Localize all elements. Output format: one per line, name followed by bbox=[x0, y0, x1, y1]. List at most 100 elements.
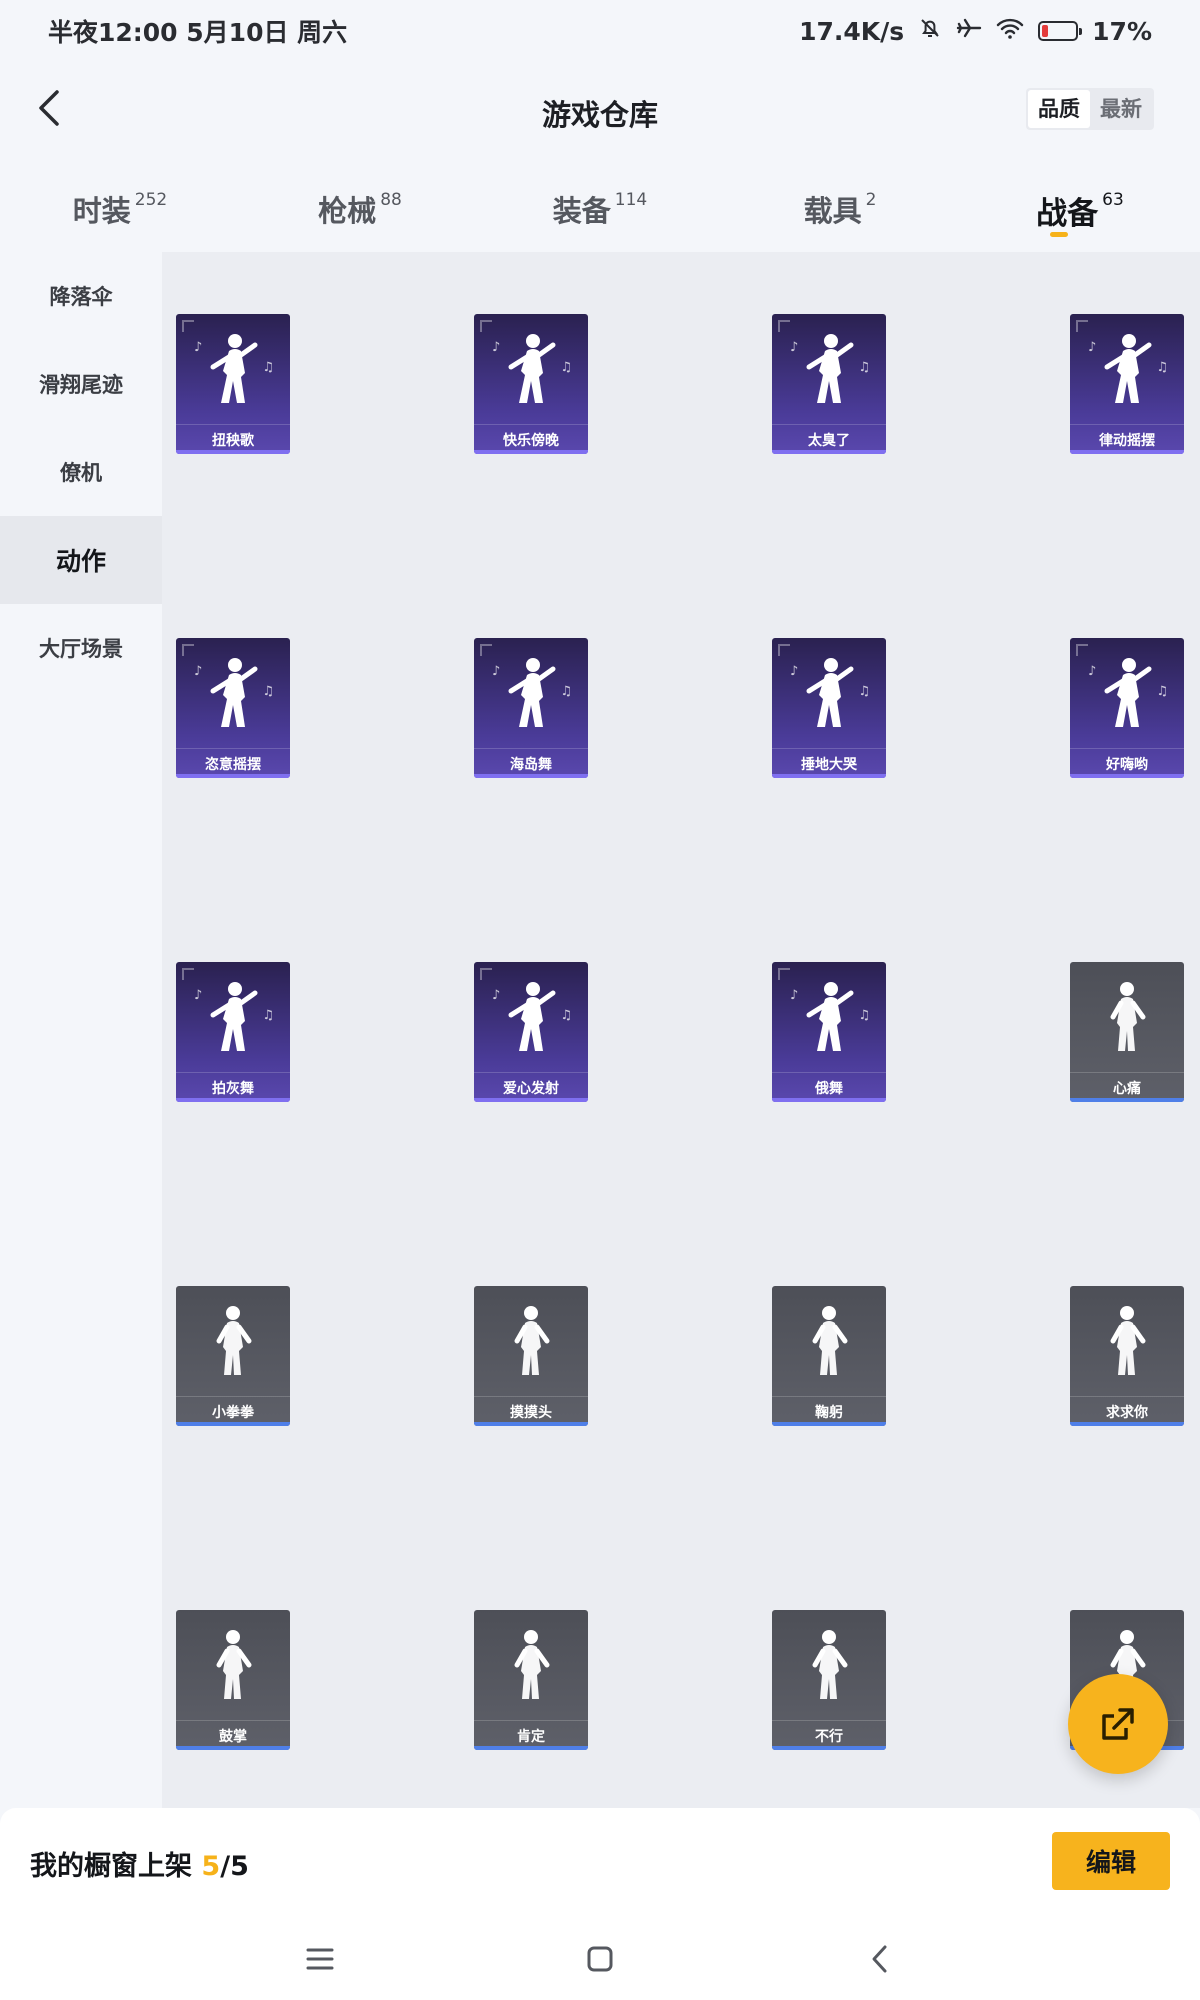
item-card[interactable]: ♪ ♫ 律动摇摆 bbox=[1070, 314, 1184, 454]
network-speed: 17.4K/s bbox=[799, 16, 905, 46]
item-card[interactable]: ♪ ♫ 快乐傍晚 bbox=[474, 314, 588, 454]
tab-combat-gear[interactable]: 战备 63 bbox=[960, 172, 1200, 252]
item-card[interactable]: 肯定 bbox=[474, 1610, 588, 1750]
music-note-icon: ♫ bbox=[858, 684, 870, 699]
music-note-icon: ♪ bbox=[194, 664, 203, 679]
category-tabs: 时装 252 枪械 88 装备 114 载具 2 战备 63 bbox=[0, 172, 1200, 252]
share-button[interactable] bbox=[1068, 1674, 1168, 1774]
music-note-icon: ♪ bbox=[790, 664, 799, 679]
showcase-label: 我的橱窗上架 bbox=[30, 1851, 192, 1882]
item-name: 拍灰舞 bbox=[176, 1072, 290, 1102]
edit-button[interactable]: 编辑 bbox=[1052, 1832, 1170, 1890]
sidebar-item-wingman[interactable]: 僚机 bbox=[0, 428, 162, 516]
sidebar-item-parachute[interactable]: 降落伞 bbox=[0, 252, 162, 340]
tab-fashion[interactable]: 时装 252 bbox=[0, 172, 240, 252]
status-bar: 半夜12:00 5月10日 周六 17.4K/s 17% bbox=[0, 0, 1200, 62]
item-card[interactable]: ♪ ♫ 扭秧歌 bbox=[176, 314, 290, 454]
item-grid: ♪ ♫ 扭秧歌 ♪ ♫ 快乐傍晚 ♪ ♫ 太臭了 ♪ ♫ 律动摇摆 ♪ ♫ 恣意摇摆 ♪ ♫ 海岛舞 ♪ ♫ 捶地大哭 ♪… bbox=[176, 314, 1196, 1750]
item-card[interactable]: ♪ ♫ 爱心发射 bbox=[474, 962, 588, 1102]
item-card[interactable]: ♪ ♫ 恣意摇摆 bbox=[176, 638, 290, 778]
music-note-icon: ♫ bbox=[262, 684, 274, 699]
music-note-icon: ♪ bbox=[1088, 340, 1097, 355]
nav-home-button[interactable] bbox=[570, 1929, 630, 1989]
item-card[interactable]: 摸摸头 bbox=[474, 1286, 588, 1426]
item-card[interactable]: ♪ ♫ 捶地大哭 bbox=[772, 638, 886, 778]
item-card[interactable]: 鼓掌 bbox=[176, 1610, 290, 1750]
showcase-count-current: 5 bbox=[201, 1851, 221, 1882]
battery-icon bbox=[1038, 21, 1083, 41]
item-card[interactable]: 求求你 bbox=[1070, 1286, 1184, 1426]
menu-icon bbox=[306, 1948, 334, 1970]
sort-option-quality[interactable]: 品质 bbox=[1028, 90, 1090, 128]
tab-weapons[interactable]: 枪械 88 bbox=[240, 172, 480, 252]
battery-level bbox=[1042, 25, 1048, 37]
tab-vehicles[interactable]: 载具 2 bbox=[720, 172, 960, 252]
item-name: 捶地大哭 bbox=[772, 748, 886, 778]
tab-count: 2 bbox=[865, 190, 877, 210]
item-card[interactable]: 小拳拳 bbox=[176, 1286, 290, 1426]
system-nav-bar bbox=[0, 1918, 1200, 2000]
music-note-icon: ♫ bbox=[262, 1008, 274, 1023]
item-card[interactable]: 鞠躬 bbox=[772, 1286, 886, 1426]
dancer-heart-icon: ♪ ♫ bbox=[474, 962, 588, 1072]
sort-toggle: 品质 最新 bbox=[1026, 88, 1154, 130]
dancer-swing-icon: ♪ ♫ bbox=[1070, 314, 1184, 424]
sort-option-newest[interactable]: 最新 bbox=[1090, 90, 1152, 128]
tab-equipment[interactable]: 装备 114 bbox=[480, 172, 720, 252]
item-name: 小拳拳 bbox=[176, 1396, 290, 1426]
music-note-icon: ♫ bbox=[1156, 684, 1168, 699]
tab-label: 时装 bbox=[72, 194, 131, 228]
item-card[interactable]: ♪ ♫ 海岛舞 bbox=[474, 638, 588, 778]
tab-label: 载具 bbox=[803, 194, 862, 228]
clapping-hands-icon bbox=[176, 1610, 290, 1720]
music-note-icon: ♫ bbox=[262, 360, 274, 375]
home-square-icon bbox=[587, 1946, 613, 1972]
item-card[interactable]: 心痛 bbox=[1070, 962, 1184, 1102]
nav-menu-button[interactable] bbox=[290, 1929, 350, 1989]
music-note-icon: ♪ bbox=[194, 988, 203, 1003]
figure-beg-icon bbox=[1070, 1286, 1184, 1396]
music-note-icon: ♪ bbox=[790, 340, 799, 355]
item-card[interactable]: ♪ ♫ 太臭了 bbox=[772, 314, 886, 454]
wifi-icon bbox=[996, 16, 1024, 46]
item-card[interactable]: 不行 bbox=[772, 1610, 886, 1750]
chevron-left-icon bbox=[872, 1945, 887, 1973]
tab-count: 114 bbox=[614, 190, 648, 210]
item-card[interactable]: ♪ ♫ 好嗨哟 bbox=[1070, 638, 1184, 778]
item-name: 求求你 bbox=[1070, 1396, 1184, 1426]
dancer-hype-icon: ♪ ♫ bbox=[1070, 638, 1184, 748]
status-time: 半夜12:00 5月10日 周六 bbox=[48, 18, 348, 47]
head-shake-icon bbox=[772, 1610, 886, 1720]
music-note-icon: ♫ bbox=[858, 360, 870, 375]
dancer-russian-icon: ♪ ♫ bbox=[772, 962, 886, 1072]
head-nod-icon bbox=[474, 1610, 588, 1720]
item-name: 摸摸头 bbox=[474, 1396, 588, 1426]
figure-bow-icon bbox=[772, 1286, 886, 1396]
external-link-icon bbox=[1102, 1708, 1134, 1740]
sidebar-item-glide-trail[interactable]: 滑翔尾迹 bbox=[0, 340, 162, 428]
sidebar-item-emotes[interactable]: 动作 bbox=[0, 516, 162, 604]
music-note-icon: ♫ bbox=[560, 1008, 572, 1023]
showcase-summary: 我的橱窗上架 5/5 bbox=[30, 1844, 249, 1883]
item-name: 好嗨哟 bbox=[1070, 748, 1184, 778]
music-note-icon: ♪ bbox=[194, 340, 203, 355]
item-card[interactable]: ♪ ♫ 俄舞 bbox=[772, 962, 886, 1102]
sidebar-item-lobby-scene[interactable]: 大厅场景 bbox=[0, 604, 162, 692]
dancer-island-icon: ♪ ♫ bbox=[474, 638, 588, 748]
dancer-arms-icon: ♪ ♫ bbox=[474, 314, 588, 424]
figure-pat-head-icon bbox=[474, 1286, 588, 1396]
tab-label: 枪械 bbox=[318, 194, 377, 228]
nav-back-button[interactable] bbox=[850, 1929, 910, 1989]
tab-count: 63 bbox=[1102, 190, 1124, 210]
item-name: 海岛舞 bbox=[474, 748, 588, 778]
item-card[interactable]: ♪ ♫ 拍灰舞 bbox=[176, 962, 290, 1102]
bottom-bar: 我的橱窗上架 5/5 编辑 bbox=[0, 1808, 1200, 1918]
item-name: 俄舞 bbox=[772, 1072, 886, 1102]
tab-label: 战备 bbox=[1036, 196, 1099, 232]
item-name: 爱心发射 bbox=[474, 1072, 588, 1102]
dancer-crawl-icon: ♪ ♫ bbox=[772, 638, 886, 748]
item-name: 太臭了 bbox=[772, 424, 886, 454]
figure-fist-icon bbox=[176, 1286, 290, 1396]
sidebar: 降落伞 滑翔尾迹 僚机 动作 大厅场景 bbox=[0, 252, 162, 1808]
music-note-icon: ♫ bbox=[1156, 360, 1168, 375]
